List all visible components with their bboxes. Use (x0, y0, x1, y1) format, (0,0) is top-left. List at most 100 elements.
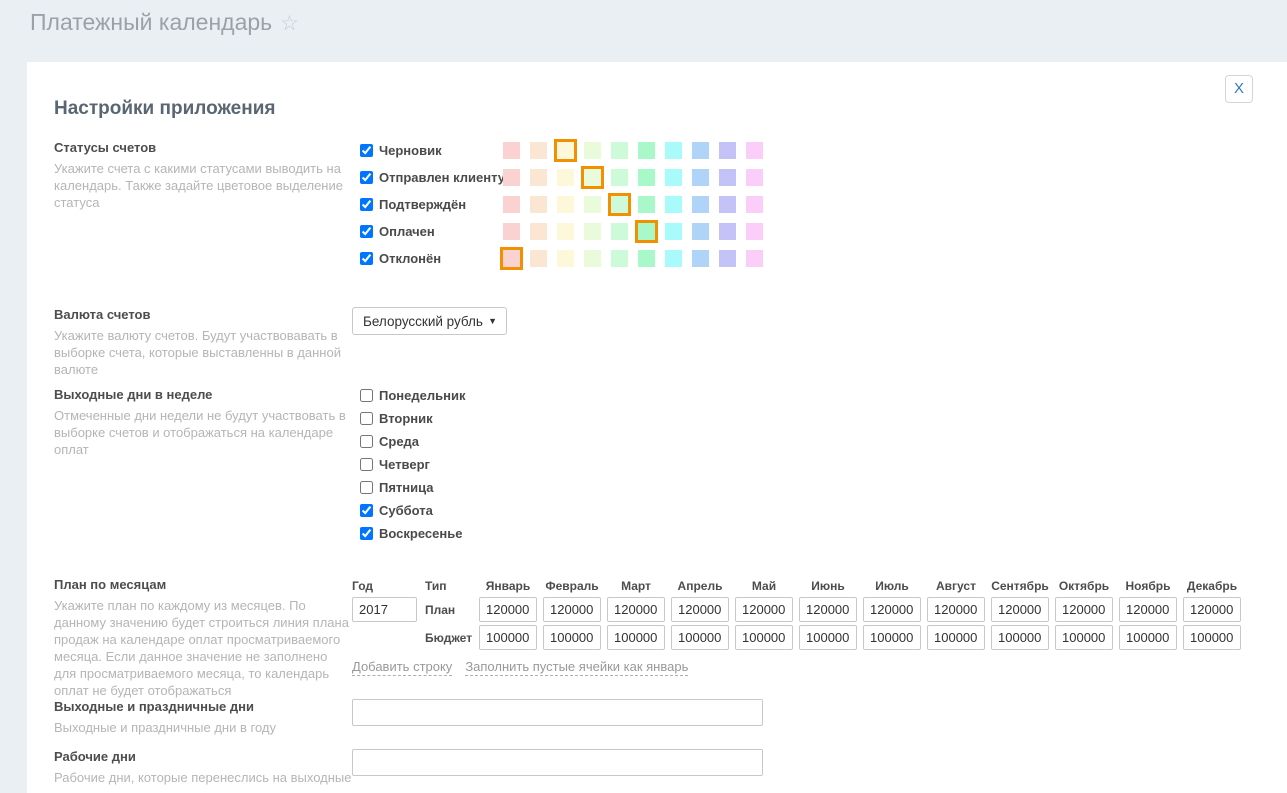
color-swatch[interactable] (719, 169, 736, 186)
color-swatch[interactable] (503, 169, 520, 186)
weekday-checkbox[interactable] (360, 481, 373, 494)
month-value-input[interactable] (991, 597, 1049, 622)
color-swatch[interactable] (530, 142, 547, 159)
color-swatch[interactable] (557, 142, 574, 159)
color-swatch[interactable] (638, 169, 655, 186)
month-cell (543, 625, 601, 650)
color-swatch[interactable] (530, 223, 547, 240)
color-swatch[interactable] (611, 196, 628, 213)
color-swatch[interactable] (692, 196, 709, 213)
currency-select[interactable]: Белорусский рубль ▼ (352, 307, 507, 335)
color-swatch[interactable] (503, 196, 520, 213)
status-checkbox[interactable] (360, 252, 373, 265)
color-swatch[interactable] (638, 142, 655, 159)
color-swatch[interactable] (557, 196, 574, 213)
month-column-header: Август (927, 579, 985, 593)
month-value-input[interactable] (479, 625, 537, 650)
color-swatch[interactable] (665, 196, 682, 213)
status-checkbox[interactable] (360, 198, 373, 211)
month-value-input[interactable] (607, 625, 665, 650)
month-value-input[interactable] (543, 597, 601, 622)
month-value-input[interactable] (1119, 597, 1177, 622)
color-swatch[interactable] (584, 169, 601, 186)
color-swatch[interactable] (692, 250, 709, 267)
color-swatch[interactable] (638, 223, 655, 240)
weekday-checkbox[interactable] (360, 527, 373, 540)
month-value-input[interactable] (671, 625, 729, 650)
month-cell (863, 625, 921, 650)
weekday-checkbox[interactable] (360, 412, 373, 425)
weekday-checkbox[interactable] (360, 504, 373, 517)
color-swatch[interactable] (746, 250, 763, 267)
color-swatch[interactable] (503, 142, 520, 159)
color-swatch[interactable] (665, 169, 682, 186)
month-value-input[interactable] (671, 597, 729, 622)
color-swatch[interactable] (530, 196, 547, 213)
color-swatch[interactable] (719, 196, 736, 213)
color-swatch[interactable] (719, 223, 736, 240)
month-cell (671, 597, 729, 622)
color-swatch[interactable] (503, 223, 520, 240)
color-swatch[interactable] (584, 196, 601, 213)
month-value-input[interactable] (863, 597, 921, 622)
year-input[interactable] (352, 597, 417, 622)
color-swatch[interactable] (746, 142, 763, 159)
color-swatch[interactable] (611, 250, 628, 267)
color-swatch[interactable] (746, 223, 763, 240)
month-value-input[interactable] (735, 625, 793, 650)
color-swatch[interactable] (638, 196, 655, 213)
weekday-checkbox[interactable] (360, 389, 373, 402)
month-value-input[interactable] (607, 597, 665, 622)
weekday-label: Понедельник (379, 388, 465, 403)
color-swatch[interactable] (692, 169, 709, 186)
month-value-input[interactable] (1119, 625, 1177, 650)
month-value-input[interactable] (863, 625, 921, 650)
color-swatch[interactable] (746, 196, 763, 213)
month-value-input[interactable] (1055, 597, 1113, 622)
close-button[interactable]: X (1225, 75, 1253, 103)
month-value-input[interactable] (1183, 625, 1241, 650)
color-swatch[interactable] (584, 142, 601, 159)
color-swatch[interactable] (530, 250, 547, 267)
status-checkbox[interactable] (360, 171, 373, 184)
color-swatch[interactable] (638, 250, 655, 267)
month-value-input[interactable] (991, 625, 1049, 650)
color-swatch[interactable] (584, 223, 601, 240)
color-swatch[interactable] (692, 142, 709, 159)
color-swatch[interactable] (530, 169, 547, 186)
color-swatch[interactable] (665, 223, 682, 240)
fill-empty-cells-link[interactable]: Заполнить пустые ячейки как январь (465, 659, 688, 676)
color-swatch[interactable] (557, 169, 574, 186)
month-value-input[interactable] (735, 597, 793, 622)
status-checkbox[interactable] (360, 144, 373, 157)
color-swatch[interactable] (719, 250, 736, 267)
month-value-input[interactable] (479, 597, 537, 622)
color-swatch[interactable] (503, 250, 520, 267)
color-swatch[interactable] (665, 250, 682, 267)
color-swatch[interactable] (611, 223, 628, 240)
month-value-input[interactable] (543, 625, 601, 650)
color-swatch[interactable] (557, 223, 574, 240)
month-value-input[interactable] (1183, 597, 1241, 622)
weekday-checkbox[interactable] (360, 435, 373, 448)
month-value-input[interactable] (1055, 625, 1113, 650)
color-swatch[interactable] (665, 142, 682, 159)
statuses-section: Статусы счетов Укажите счета с какими ст… (54, 140, 1257, 275)
color-swatch[interactable] (611, 169, 628, 186)
month-value-input[interactable] (799, 625, 857, 650)
holidays-input[interactable] (352, 699, 763, 726)
status-checkbox[interactable] (360, 225, 373, 238)
color-swatch[interactable] (611, 142, 628, 159)
color-swatch[interactable] (719, 142, 736, 159)
month-value-input[interactable] (799, 597, 857, 622)
add-row-link[interactable]: Добавить строку (352, 659, 452, 676)
favorite-star-icon[interactable]: ☆ (280, 11, 299, 36)
color-swatch[interactable] (692, 223, 709, 240)
month-value-input[interactable] (927, 625, 985, 650)
month-value-input[interactable] (927, 597, 985, 622)
color-swatch[interactable] (557, 250, 574, 267)
color-swatch[interactable] (584, 250, 601, 267)
weekday-checkbox[interactable] (360, 458, 373, 471)
color-swatch[interactable] (746, 169, 763, 186)
workdays-input[interactable] (352, 749, 763, 776)
